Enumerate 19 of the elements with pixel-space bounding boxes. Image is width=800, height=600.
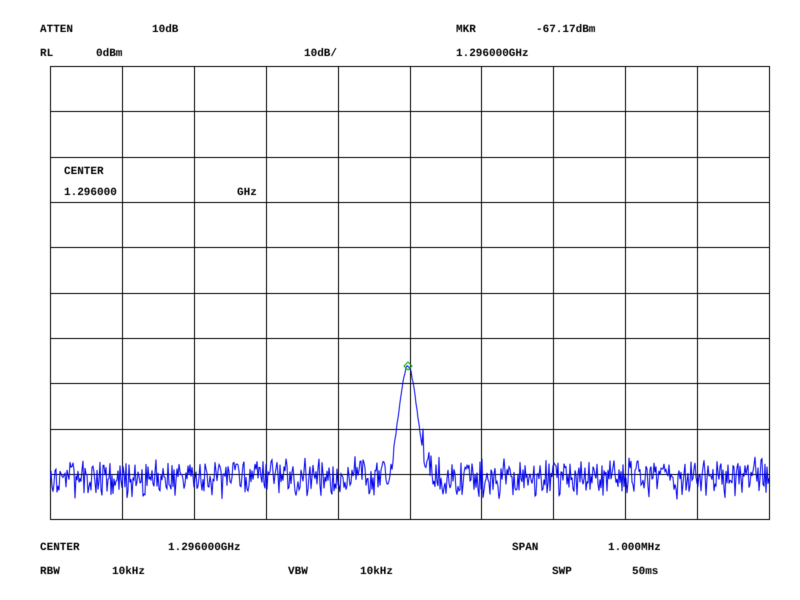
setting-text: 10dB/ bbox=[304, 48, 338, 60]
setting-text: 50ms bbox=[632, 566, 658, 578]
setting-text: RBW bbox=[40, 566, 60, 578]
setting-text: -67.17dBm bbox=[536, 24, 596, 36]
setting-text: CENTER bbox=[40, 542, 80, 554]
setting-text: MKR bbox=[456, 24, 476, 36]
setting-text: 10kHz bbox=[112, 566, 146, 578]
setting-text: SPAN bbox=[512, 542, 538, 554]
setting-text: 0dBm bbox=[96, 48, 122, 60]
marker-icon bbox=[403, 361, 413, 371]
setting-text: VBW bbox=[288, 566, 308, 578]
setting-text: 1.296000GHz bbox=[168, 542, 241, 554]
setting-text: RL bbox=[40, 48, 54, 60]
setting-text: 10kHz bbox=[360, 566, 394, 578]
setting-text: SWP bbox=[552, 566, 572, 578]
setting-text: 1.000MHz bbox=[608, 542, 661, 554]
setting-text: ATTEN bbox=[40, 24, 74, 36]
setting-text: 10dB bbox=[152, 24, 178, 36]
setting-text: 1.296000GHz bbox=[456, 48, 529, 60]
